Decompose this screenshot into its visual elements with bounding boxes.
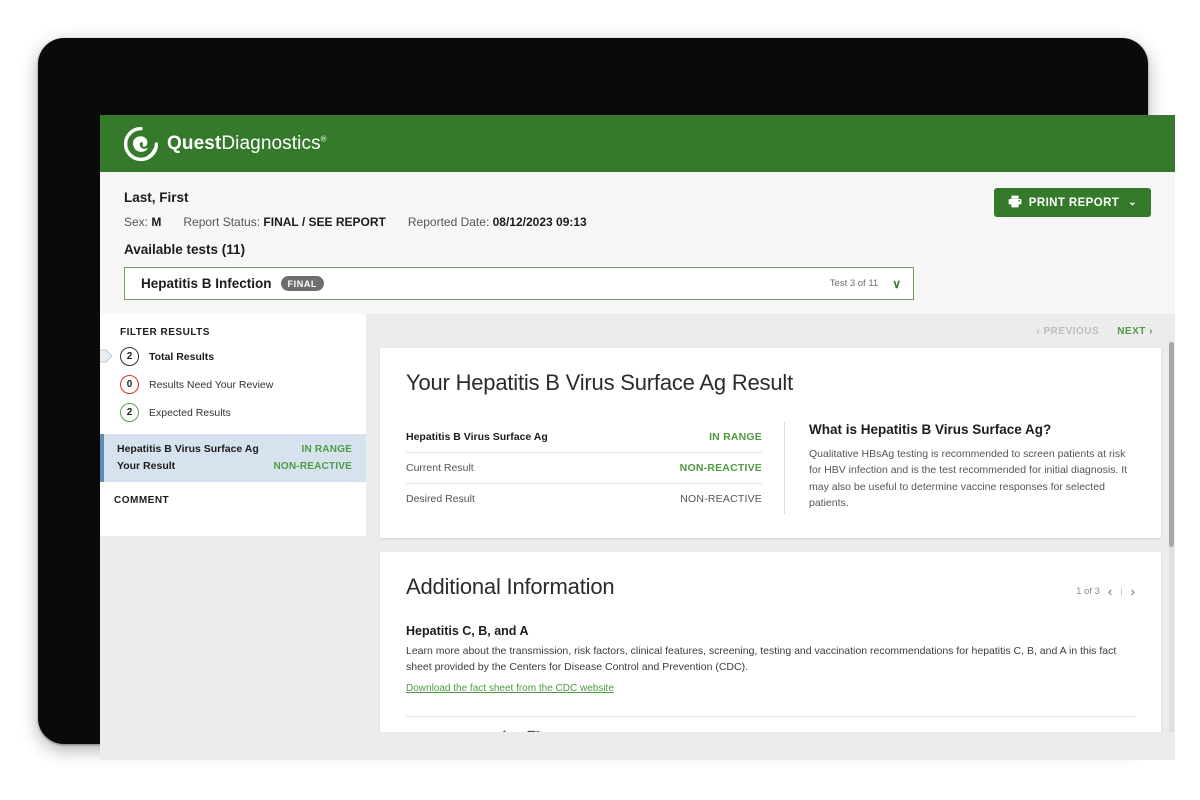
filter-count-badge: 0 (120, 375, 139, 394)
page-body: FILTER RESULTS 2 Total Results 0 Results… (100, 314, 1175, 732)
pager-counter: 1 of 3 (1076, 586, 1100, 597)
result-row-value: NON-REACTIVE (680, 493, 762, 505)
brand-header: QuestDiagnostics® (100, 115, 1175, 172)
tablet-screen: QuestDiagnostics® Last, First Sex: M Rep… (100, 115, 1175, 760)
additional-information-card: Additional Information 1 of 3 ‹ | › Hepa… (380, 552, 1161, 732)
result-row-key: Desired Result (406, 493, 475, 505)
result-row-value: NON-REACTIVE (679, 462, 762, 474)
sex-label: Sex: (124, 215, 149, 229)
previous-label: PREVIOUS (1043, 325, 1100, 337)
cdc-factsheet-link[interactable]: Download the fact sheet from the CDC web… (406, 683, 614, 694)
screenshot-stage: QuestDiagnostics® Last, First Sex: M Rep… (0, 0, 1200, 800)
additional-info-header: Additional Information 1 of 3 ‹ | › (406, 574, 1135, 600)
sidebar-result-item-hbsag[interactable]: Hepatitis B Virus Surface Ag IN RANGE Yo… (100, 434, 366, 482)
test-selector-wrap: Hepatitis B Infection FINAL Test 3 of 11… (100, 257, 1175, 314)
result-card: Your Hepatitis B Virus Surface Ag Result… (380, 348, 1161, 538)
sidebar: FILTER RESULTS 2 Total Results 0 Results… (100, 314, 366, 732)
sidebar-result-name: Hepatitis B Virus Surface Ag (117, 443, 259, 455)
sidebar-result-sub-label: Your Result (117, 460, 176, 472)
next-result-button[interactable]: NEXT › (1117, 326, 1153, 337)
previous-result-button[interactable]: ‹ PREVIOUS (1036, 326, 1099, 337)
result-row-test-name: Hepatitis B Virus Surface Ag IN RANGE (406, 422, 762, 452)
filter-count-badge: 2 (120, 347, 139, 366)
pager-prev-icon[interactable]: ‹ (1108, 584, 1112, 599)
printer-icon (1008, 195, 1022, 211)
result-detail-grid: Hepatitis B Virus Surface Ag IN RANGE Cu… (406, 422, 1135, 514)
reported-date-label: Reported Date: (407, 215, 490, 229)
main-content: ‹ PREVIOUS NEXT › Your Hepatitis B Virus… (366, 314, 1175, 732)
report-status-label: Report Status: (183, 215, 261, 229)
sex-value: M (151, 215, 162, 229)
result-row-key: Hepatitis B Virus Surface Ag (406, 431, 548, 443)
print-report-button[interactable]: PRINT REPORT ⌄ (993, 188, 1151, 217)
brand-wordmark: QuestDiagnostics® (167, 133, 327, 155)
tablet-device-frame: QuestDiagnostics® Last, First Sex: M Rep… (38, 38, 1175, 760)
test-status-badge: FINAL (280, 276, 325, 291)
pager-next-icon[interactable]: › (1131, 584, 1135, 599)
thumbs-down-icon[interactable] (525, 730, 540, 732)
explainer-heading: What is Hepatitis B Virus Surface Ag? (809, 422, 1052, 437)
test-counter: Test 3 of 11 (829, 278, 879, 289)
patient-meta-row: Sex: M Report Status: FINAL / SEE REPORT… (124, 215, 1151, 229)
pager-divider: | (1120, 586, 1123, 597)
sidebar-result-status: IN RANGE (301, 444, 352, 455)
filter-label: Expected Results (149, 406, 231, 419)
print-report-label: PRINT REPORT (1028, 196, 1120, 209)
comment-title: COMMENT (114, 495, 170, 506)
result-row-key: Current Result (406, 462, 474, 474)
selected-pointer-icon (100, 348, 113, 364)
reported-date-value: 08/12/2023 09:13 (492, 215, 587, 229)
available-tests-heading: Available tests (11) (124, 242, 246, 257)
patient-info-band: Last, First Sex: M Report Status: FINAL … (100, 172, 1175, 257)
result-row-value: IN RANGE (709, 431, 762, 443)
chevron-right-icon: › (1149, 325, 1153, 337)
result-card-title: Your Hepatitis B Virus Surface Ag Result (406, 370, 793, 395)
result-row-desired: Desired Result NON-REACTIVE (406, 483, 762, 514)
helpful-feedback-row: Was this helpful? (406, 715, 1135, 732)
filter-results-panel: FILTER RESULTS 2 Total Results 0 Results… (100, 314, 366, 434)
result-row-current: Current Result NON-REACTIVE (406, 452, 762, 483)
sidebar-result-sub-value: NON-REACTIVE (273, 461, 352, 472)
brand-name-light: Diagnostics (221, 132, 321, 154)
next-label: NEXT (1117, 325, 1146, 337)
filter-item-expected-results[interactable]: 2 Expected Results (100, 403, 366, 422)
explainer-body: Qualitative HBsAg testing is recommended… (809, 448, 1128, 509)
sidebar-comment-section: COMMENT (100, 482, 366, 536)
chevron-down-icon: ∨ (892, 276, 901, 291)
filter-label: Results Need Your Review (149, 378, 274, 391)
test-selector[interactable]: Hepatitis B Infection FINAL Test 3 of 11… (124, 267, 914, 300)
additional-info-item-body: Learn more about the transmission, risk … (406, 645, 1117, 673)
result-values-column: Hepatitis B Virus Surface Ag IN RANGE Cu… (406, 422, 784, 514)
filter-count-badge: 2 (120, 403, 139, 422)
filter-results-title: FILTER RESULTS (120, 327, 210, 338)
chevron-down-icon: ⌄ (1128, 197, 1137, 208)
filter-item-need-review[interactable]: 0 Results Need Your Review (100, 375, 366, 394)
result-pagination: ‹ PREVIOUS NEXT › (380, 314, 1161, 348)
additional-info-title: Additional Information (406, 574, 615, 599)
filter-item-total-results[interactable]: 2 Total Results (100, 347, 366, 366)
brand-trademark: ® (320, 134, 327, 144)
brand-name-bold: Quest (167, 132, 222, 154)
additional-info-pager: 1 of 3 ‹ | › (1076, 584, 1135, 599)
thumbs-up-icon[interactable] (496, 730, 511, 732)
quest-swirl-logo-icon (123, 126, 159, 161)
chevron-left-icon: ‹ (1036, 325, 1041, 337)
test-selector-title: Hepatitis B Infection (141, 276, 272, 291)
additional-info-item-title: Hepatitis C, B, and A (406, 624, 529, 638)
report-status-value: FINAL / SEE REPORT (263, 215, 386, 229)
filter-label: Total Results (149, 350, 215, 363)
content-scrollbar-thumb[interactable] (1169, 342, 1174, 547)
result-explainer-column: What is Hepatitis B Virus Surface Ag? Qu… (784, 422, 1135, 514)
